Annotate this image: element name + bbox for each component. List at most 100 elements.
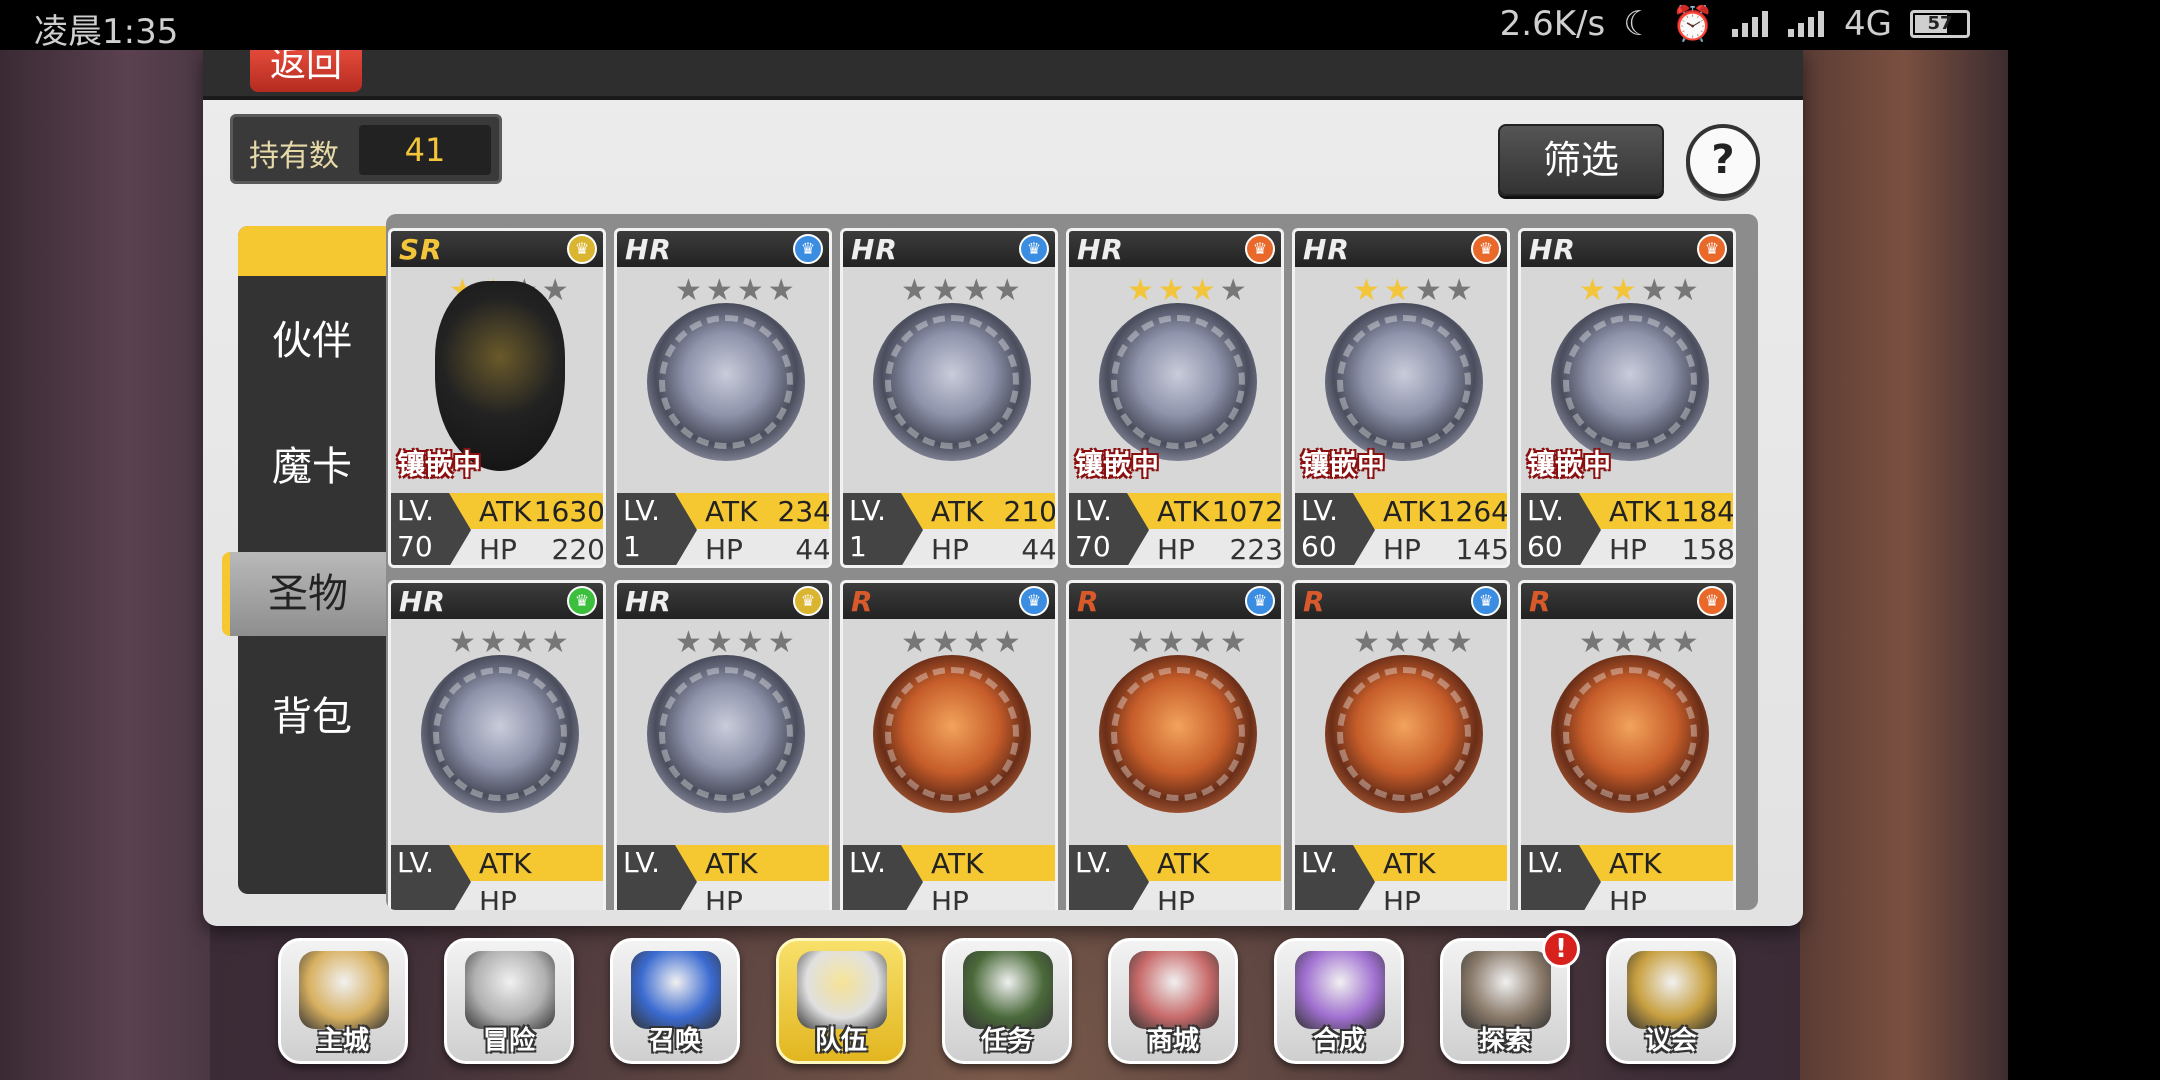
rarity-label: R bbox=[1077, 585, 1100, 618]
nav-item[interactable]: 合成 bbox=[1274, 938, 1404, 1064]
level-label: LV. bbox=[1527, 494, 1564, 527]
atk-label: ATK bbox=[1609, 847, 1662, 880]
back-button[interactable]: 返回 bbox=[250, 50, 362, 92]
relic-card[interactable]: HR ♛ ★★★★ 镶嵌中 LV. 60 ATK 1184 HP 158 bbox=[1518, 228, 1736, 568]
star-empty-icon: ★ bbox=[736, 273, 768, 308]
hp-row: HP 44 bbox=[901, 531, 1055, 566]
star-empty-icon: ★ bbox=[1219, 273, 1251, 308]
atk-label: ATK bbox=[705, 847, 758, 880]
relic-medal-icon bbox=[647, 303, 805, 461]
star-empty-icon: ★ bbox=[1671, 625, 1703, 660]
nav-item[interactable]: 商城 bbox=[1108, 938, 1238, 1064]
level-box: LV. 70 bbox=[1069, 493, 1127, 565]
star-filled-icon: ★ bbox=[1579, 273, 1610, 308]
level-arrow bbox=[449, 493, 471, 565]
medal-ring bbox=[885, 315, 1019, 449]
star-empty-icon: ★ bbox=[1640, 625, 1672, 660]
medal-ring bbox=[1111, 667, 1245, 801]
star-empty-icon: ★ bbox=[1640, 273, 1672, 308]
relic-medal-icon bbox=[1325, 655, 1483, 813]
quest-book-icon bbox=[963, 951, 1053, 1029]
nav-item[interactable]: 冒险 bbox=[444, 938, 574, 1064]
hp-label: HP bbox=[1383, 533, 1421, 566]
card-header: HR ♛ bbox=[617, 583, 829, 619]
shovel-compass-icon bbox=[1461, 951, 1551, 1029]
atk-value: 1630 bbox=[533, 495, 605, 528]
level-box: LV. 1 bbox=[843, 493, 901, 565]
hp-label: HP bbox=[1157, 533, 1195, 566]
winged-shield-icon bbox=[797, 951, 887, 1029]
element-icon: ♛ bbox=[1697, 234, 1727, 264]
element-icon: ♛ bbox=[793, 234, 823, 264]
relic-medal-icon bbox=[1551, 303, 1709, 461]
level-box: LV. bbox=[617, 845, 675, 910]
nav-item[interactable]: 队伍 bbox=[776, 938, 906, 1064]
level-label: LV. bbox=[623, 494, 660, 527]
hp-row: HP 145 bbox=[1353, 531, 1507, 566]
relic-grid[interactable]: SR♛★★★★镶嵌中LV.70ATK1630HP220HR♛★★★★LV.1AT… bbox=[386, 214, 1758, 910]
filter-button[interactable]: 筛选 bbox=[1498, 124, 1664, 196]
atk-row: ATK 210 bbox=[901, 493, 1055, 529]
nav-item[interactable]: 任务 bbox=[942, 938, 1072, 1064]
relic-card[interactable]: HR ♛ ★★★★ LV. ATK HP bbox=[388, 580, 606, 910]
hp-label: HP bbox=[1609, 533, 1647, 566]
relic-card[interactable]: HR ♛ ★★★★ LV. ATK HP bbox=[614, 580, 832, 910]
star-empty-icon: ★ bbox=[1579, 625, 1610, 660]
element-icon: ♛ bbox=[1019, 586, 1049, 616]
nav-item[interactable]: 主城 bbox=[278, 938, 408, 1064]
level-label: LV. bbox=[1301, 494, 1338, 527]
atk-row: ATK 1630 bbox=[449, 493, 605, 529]
help-button[interactable]: ? bbox=[1686, 124, 1760, 198]
relic-card[interactable]: R ♛ ★★★★ LV. ATK HP bbox=[1518, 580, 1736, 910]
atk-row: ATK bbox=[675, 845, 829, 881]
atk-row: ATK 1184 bbox=[1579, 493, 1733, 529]
level-box: LV. bbox=[1295, 845, 1353, 910]
tab-partner[interactable]: 伙伴 bbox=[238, 308, 386, 366]
nav-label: 议会 bbox=[1644, 1026, 1697, 1056]
alarm-icon: ⏰ bbox=[1671, 4, 1715, 44]
relic-card[interactable]: HR ♛ ★★★★ LV. 1 ATK 234 HP 44 bbox=[614, 228, 832, 568]
stat-panel: LV. ATK HP bbox=[617, 845, 829, 910]
relic-card[interactable]: R ♛ ★★★★ LV. ATK HP bbox=[1066, 580, 1284, 910]
star-empty-icon: ★ bbox=[736, 625, 768, 660]
level-box: LV. 60 bbox=[1521, 493, 1579, 565]
nav-label: 队伍 bbox=[814, 1026, 867, 1056]
relic-card[interactable]: HR ♛ ★★★★ LV. 1 ATK 210 HP 44 bbox=[840, 228, 1058, 568]
hp-row: HP 220 bbox=[449, 531, 603, 566]
relic-card[interactable]: SR♛★★★★镶嵌中LV.70ATK1630HP220 bbox=[388, 228, 606, 568]
hp-label: HP bbox=[931, 885, 969, 910]
level-label: LV. bbox=[1075, 846, 1112, 879]
star-empty-icon: ★ bbox=[1353, 625, 1384, 660]
element-icon: ♛ bbox=[793, 586, 823, 616]
hp-label: HP bbox=[479, 533, 517, 566]
element-icon: ♛ bbox=[1471, 586, 1501, 616]
relic-card[interactable]: R ♛ ★★★★ LV. ATK HP bbox=[1292, 580, 1510, 910]
level-value: 1 bbox=[623, 530, 641, 563]
atk-value: 1072 bbox=[1211, 495, 1283, 528]
star-empty-icon: ★ bbox=[767, 273, 799, 308]
tab-backpack[interactable]: 背包 bbox=[238, 684, 386, 742]
star-empty-icon: ★ bbox=[1671, 273, 1703, 308]
nav-label: 探索 bbox=[1478, 1026, 1531, 1056]
relic-card[interactable]: R ♛ ★★★★ LV. ATK HP bbox=[840, 580, 1058, 910]
nav-item[interactable]: 议会 bbox=[1606, 938, 1736, 1064]
rarity-label: SR bbox=[399, 233, 443, 266]
rarity-label: R bbox=[851, 585, 874, 618]
relic-medal-icon bbox=[421, 655, 579, 813]
relic-card[interactable]: HR ♛ ★★★★ 镶嵌中 LV. 60 ATK 1264 HP 145 bbox=[1292, 228, 1510, 568]
level-arrow bbox=[449, 845, 471, 910]
star-empty-icon: ★ bbox=[1445, 273, 1477, 308]
tabs-accent bbox=[238, 226, 386, 276]
atk-label: ATK bbox=[479, 847, 532, 880]
hp-label: HP bbox=[931, 533, 969, 566]
level-label: LV. bbox=[623, 846, 660, 879]
level-arrow bbox=[1579, 845, 1601, 910]
relic-card[interactable]: HR ♛ ★★★★ 镶嵌中 LV. 70 ATK 1072 HP 223 bbox=[1066, 228, 1284, 568]
tab-relic[interactable]: 圣物 bbox=[222, 552, 386, 636]
screen-edge bbox=[2008, 0, 2160, 1080]
tab-magic-card[interactable]: 魔卡 bbox=[238, 434, 386, 492]
card-header: R ♛ bbox=[1295, 583, 1507, 619]
nav-item[interactable]: 召唤 bbox=[610, 938, 740, 1064]
star-filled-icon: ★ bbox=[1353, 273, 1384, 308]
level-arrow bbox=[901, 845, 923, 910]
